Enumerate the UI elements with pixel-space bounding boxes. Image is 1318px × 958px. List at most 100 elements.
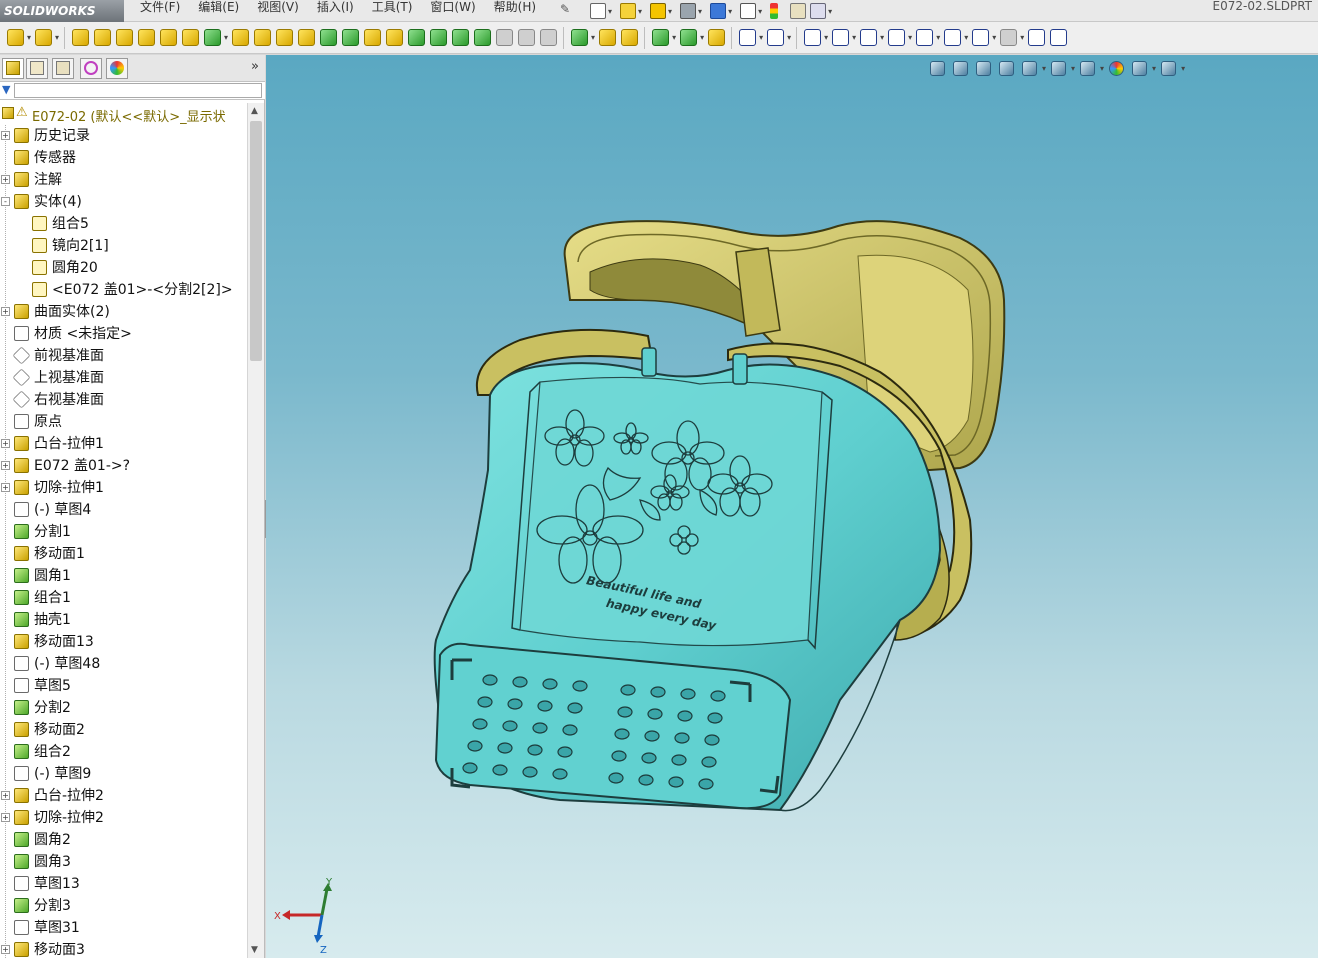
tree-item[interactable]: 移动面13 [0,631,247,653]
tree-item[interactable]: 圆角3 [0,851,247,873]
rebuild-warning-icon[interactable] [650,3,667,19]
open-folder-icon[interactable] [620,3,637,19]
move-face-icon[interactable] [473,29,491,46]
dropdown-arrow-icon[interactable]: ▾ [608,7,612,16]
menu-item[interactable]: 文件(F) [140,0,180,22]
boundary-boss-icon[interactable] [159,29,177,46]
tree-item[interactable]: 草图31 [0,917,247,939]
tree-item[interactable]: 前视基准面 [0,345,247,367]
surface-cut-icon[interactable] [517,29,535,46]
tree-item[interactable]: 组合5 [0,213,247,235]
tree-item[interactable]: (-) 草图9 [0,763,247,785]
funnel-icon[interactable]: ▼ [2,83,10,96]
tree-item[interactable]: + 移动面3 [0,939,247,958]
combine-icon[interactable] [429,29,447,46]
dropdown-arrow-icon[interactable]: ▾ [758,7,762,16]
tree-item[interactable]: 圆角2 [0,829,247,851]
deform-icon[interactable] [385,29,403,46]
delete-face-icon[interactable] [539,29,557,46]
expand-node-icon[interactable]: + [1,131,10,140]
centerline-icon[interactable] [1049,29,1067,46]
tree-item[interactable]: 圆角1 [0,565,247,587]
instant3d-icon[interactable] [707,29,725,46]
expand-node-icon[interactable]: + [1,307,10,316]
expand-node-icon[interactable]: + [1,791,10,800]
expand-node-icon[interactable]: + [1,175,10,184]
tree-item[interactable]: + E072 盖01->? [0,455,247,477]
tree-item[interactable]: + 注解 [0,169,247,191]
linear-pattern-icon[interactable] [570,29,588,46]
display-manager-tab[interactable] [106,58,128,79]
dropdown-arrow-icon[interactable]: ▾ [759,33,763,42]
tree-item[interactable]: <E072 盖01>-<分割2[2]> [0,279,247,301]
basket-model[interactable]: Beautiful life and happy every day [266,55,1318,958]
rectangle-icon[interactable] [831,29,849,46]
tree-item[interactable]: + 凸台-拉伸2 [0,785,247,807]
file-properties-icon[interactable] [790,3,807,19]
menu-item[interactable]: 工具(T) [372,0,413,22]
draft-icon[interactable] [275,29,293,46]
smart-dimension-icon[interactable] [766,29,784,46]
tree-item[interactable]: 圆角20 [0,257,247,279]
dropdown-arrow-icon[interactable]: ▾ [936,33,940,42]
spline-icon[interactable] [943,29,961,46]
curves-icon[interactable] [679,29,697,46]
expand-panel-button[interactable]: » [251,59,259,74]
tree-filter-input[interactable] [14,83,262,98]
tree-item[interactable]: 分割2 [0,697,247,719]
mirror-icon[interactable] [598,29,616,46]
dropdown-arrow-icon[interactable]: ▾ [908,33,912,42]
property-manager-tab[interactable] [26,58,48,79]
part-icon[interactable] [34,29,52,46]
fillet-icon[interactable] [203,29,221,46]
tree-item[interactable]: + 凸台-拉伸1 [0,433,247,455]
undo-icon[interactable] [710,3,727,19]
dropdown-arrow-icon[interactable]: ▾ [224,33,228,42]
circle-icon[interactable] [887,29,905,46]
split-icon[interactable] [451,29,469,46]
dropdown-arrow-icon[interactable]: ▾ [638,7,642,16]
dropdown-arrow-icon[interactable]: ▾ [668,7,672,16]
tree-item[interactable]: 移动面1 [0,543,247,565]
dimxpert-tab[interactable] [80,58,102,79]
tree-item[interactable]: 原点 [0,411,247,433]
tree-item[interactable]: + 切除-拉伸1 [0,477,247,499]
dropdown-arrow-icon[interactable]: ▾ [27,33,31,42]
tree-item[interactable]: + 历史记录 [0,125,247,147]
graphics-viewport[interactable]: ▾ ▾ ▾ ▾ ▾ Beautiful life and happy every… [266,55,1318,958]
wrap-icon[interactable] [341,29,359,46]
expand-node-icon[interactable]: + [1,945,10,954]
curve-driven-pattern-icon[interactable] [620,29,638,46]
configuration-manager-tab[interactable] [52,58,74,79]
sweep-icon[interactable] [115,29,133,46]
scroll-up-arrow-icon[interactable]: ▲ [251,106,258,116]
revolve-icon[interactable] [93,29,111,46]
tree-item[interactable]: (-) 草图4 [0,499,247,521]
pin-icon[interactable]: ✎ [560,2,570,16]
tree-scrollbar[interactable]: ▲ ▼ [247,103,264,958]
menu-item[interactable]: 插入(I) [317,0,354,22]
traffic-light-icon[interactable] [770,3,779,19]
sketch-fillet-icon[interactable] [999,29,1017,46]
dropdown-arrow-icon[interactable]: ▾ [824,33,828,42]
print-icon[interactable] [680,3,697,19]
tree-item[interactable]: 组合2 [0,741,247,763]
dropdown-arrow-icon[interactable]: ▾ [880,33,884,42]
ellipse-icon[interactable] [971,29,989,46]
tree-item[interactable]: 上视基准面 [0,367,247,389]
menu-item[interactable]: 帮助(H) [494,0,536,22]
dropdown-arrow-icon[interactable]: ▾ [700,33,704,42]
expand-node-icon[interactable]: + [1,483,10,492]
select-cursor-icon[interactable] [740,3,757,19]
tree-item[interactable]: 材质 <未指定> [0,323,247,345]
menu-item[interactable]: 窗口(W) [430,0,475,22]
tree-item[interactable]: + 切除-拉伸2 [0,807,247,829]
menu-item[interactable]: 视图(V) [257,0,299,22]
tree-item[interactable]: 组合1 [0,587,247,609]
rib-icon[interactable] [253,29,271,46]
thicken-icon[interactable] [495,29,513,46]
reference-geometry-icon[interactable] [651,29,669,46]
dropdown-arrow-icon[interactable]: ▾ [672,33,676,42]
tree-item[interactable]: 移动面2 [0,719,247,741]
dropdown-arrow-icon[interactable]: ▾ [591,33,595,42]
